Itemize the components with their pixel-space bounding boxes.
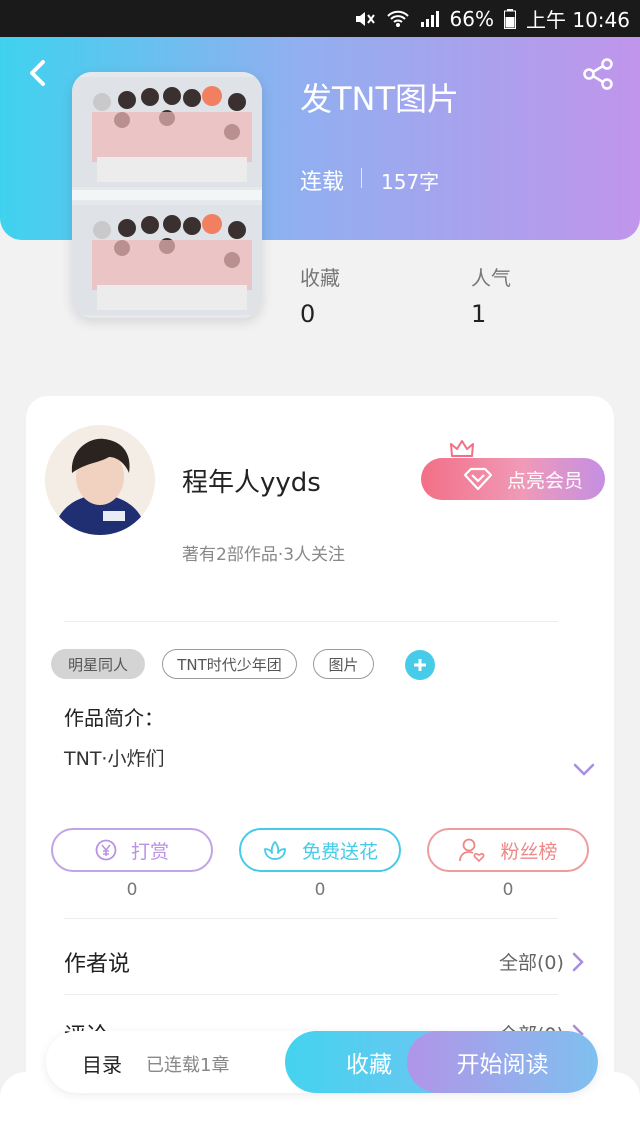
crown-icon — [450, 440, 474, 457]
wifi-icon — [386, 9, 410, 29]
tag-tnt[interactable]: TNT时代少年团 — [162, 649, 297, 679]
clock: 上午 10:46 — [526, 8, 630, 32]
book-status: 连载 — [300, 170, 345, 195]
share-icon — [583, 58, 613, 90]
reward-label: 打赏 — [130, 840, 169, 863]
fan-ranking-button[interactable]: 粉丝榜 — [427, 828, 589, 872]
avatar-image — [45, 425, 155, 535]
mute-icon — [354, 9, 376, 29]
author-says-all-link[interactable]: 全部(0) — [499, 948, 584, 975]
plus-icon — [414, 659, 426, 671]
status-separator — [361, 168, 362, 188]
stat-label-popularity: 人气 — [471, 266, 511, 290]
status-bar: 66% 上午 10:46 — [0, 0, 640, 37]
chapter-count: 已连载1章 — [146, 1055, 230, 1076]
reward-button[interactable]: 打赏 — [51, 828, 213, 872]
yen-coin-icon — [95, 839, 117, 861]
author-avatar[interactable] — [45, 425, 155, 535]
battery-icon — [504, 8, 516, 29]
stat-value-popularity: 1 — [471, 300, 487, 328]
flower-icon — [264, 841, 286, 860]
back-button[interactable] — [20, 58, 54, 88]
book-cover[interactable] — [72, 72, 262, 318]
vip-button-label: 点亮会员 — [506, 469, 583, 492]
start-reading-button[interactable]: 开始阅读 — [407, 1031, 598, 1093]
divider — [64, 994, 558, 995]
chevron-right-icon — [572, 952, 584, 971]
tag-pictures[interactable]: 图片 — [313, 649, 374, 679]
author-name[interactable]: 程年人yyds — [182, 462, 321, 499]
toc-button[interactable]: 目录 — [82, 1049, 122, 1078]
tag-celebrity-fanfic[interactable]: 明星同人 — [51, 649, 145, 679]
send-flower-count: 0 — [314, 880, 326, 900]
battery-percent: 66% — [449, 6, 494, 31]
intro-text: TNT·小炸们 — [64, 748, 165, 770]
divider — [64, 918, 558, 919]
send-flower-label: 免费送花 — [301, 840, 378, 863]
author-says-all-label: 全部(0) — [499, 952, 564, 974]
stat-label-favorites: 收藏 — [300, 266, 340, 290]
send-flower-button[interactable]: 免费送花 — [239, 828, 401, 872]
author-says-title: 作者说 — [64, 952, 131, 977]
diamond-icon — [463, 467, 493, 491]
fan-ranking-label: 粉丝榜 — [500, 840, 558, 863]
book-cover-image — [72, 72, 262, 318]
intro-title: 作品简介： — [64, 706, 164, 730]
word-count: 157字 — [381, 170, 440, 194]
fan-ranking-count: 0 — [502, 880, 514, 900]
author-meta: 著有2部作品·3人关注 — [182, 545, 346, 565]
book-title: 发TNT图片 — [300, 80, 460, 118]
divider — [64, 621, 558, 622]
fan-user-icon — [459, 838, 485, 863]
chevron-down-icon[interactable] — [572, 760, 596, 778]
add-tag-button[interactable] — [405, 650, 435, 680]
stat-value-favorites: 0 — [300, 300, 316, 328]
chevron-left-icon — [30, 60, 45, 86]
share-button[interactable] — [580, 56, 616, 92]
signal-icon — [420, 10, 440, 28]
reward-count: 0 — [126, 880, 138, 900]
bottom-action-bar: 目录 已连载1章 收藏 开始阅读 — [46, 1031, 598, 1093]
vip-button[interactable]: 点亮会员 — [421, 458, 605, 500]
